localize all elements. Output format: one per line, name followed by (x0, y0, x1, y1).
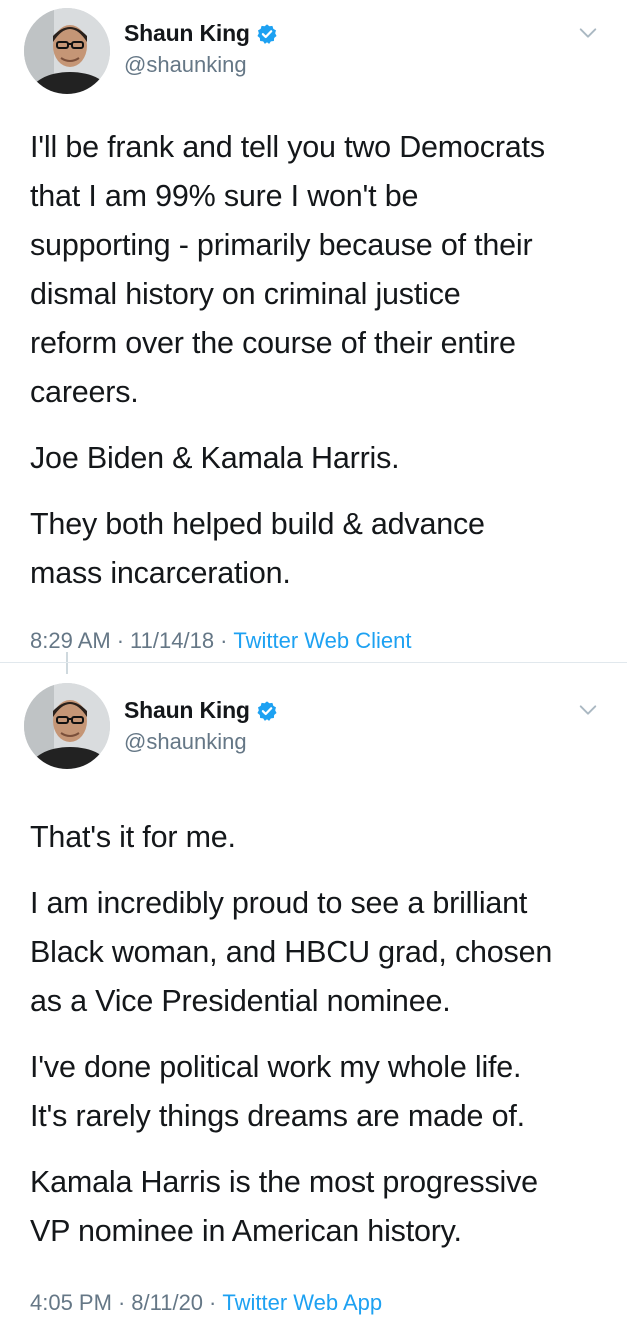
author-name[interactable]: Shaun King (124, 697, 250, 724)
avatar[interactable] (24, 683, 110, 769)
tweet-paragraph: They both helped build & advance mass in… (30, 507, 485, 590)
avatar-photo (24, 683, 110, 769)
tweet-text: That's it for me. I am incredibly proud … (30, 813, 610, 1273)
tweet-time[interactable]: 4:05 PM (30, 1290, 112, 1315)
chevron-down-icon[interactable] (577, 22, 599, 44)
meta-separator: · (220, 628, 228, 653)
tweet-paragraph: I'll be frank and tell you two Democrats… (30, 130, 545, 409)
author-handle[interactable]: @shaunking (124, 52, 247, 78)
tweet-metadata: 4:05 PM · 8/11/20 · Twitter Web App (30, 1290, 382, 1316)
tweet-date[interactable]: 11/14/18 (130, 628, 214, 653)
verified-badge-icon (256, 23, 278, 45)
tweet-paragraph: That's it for me. (30, 820, 236, 854)
tweet-text: I'll be frank and tell you two Democrats… (30, 123, 610, 615)
author-name-row[interactable]: Shaun King (124, 697, 278, 724)
verified-badge-icon (256, 700, 278, 722)
tweet-time[interactable]: 8:29 AM (30, 628, 111, 653)
tweet-source-link[interactable]: Twitter Web App (222, 1290, 382, 1315)
tweet-metadata: 8:29 AM · 11/14/18 · Twitter Web Client (30, 628, 412, 654)
author-handle[interactable]: @shaunking (124, 729, 247, 755)
tweet-1[interactable]: Shaun King @shaunking I'll be frank and … (0, 0, 627, 662)
tweet-date[interactable]: 8/11/20 (131, 1290, 203, 1315)
author-name[interactable]: Shaun King (124, 20, 250, 47)
meta-separator: · (117, 1290, 126, 1315)
tweet-header: Shaun King @shaunking (0, 663, 627, 769)
tweet-paragraph: I've done political work my whole life. … (30, 1050, 525, 1133)
avatar[interactable] (24, 8, 110, 94)
meta-separator: · (116, 628, 125, 653)
chevron-down-icon[interactable] (577, 699, 599, 721)
tweet-paragraph: I am incredibly proud to see a brilliant… (30, 886, 553, 1018)
tweet-paragraph: Kamala Harris is the most progressive VP… (30, 1165, 538, 1248)
meta-separator: · (209, 1290, 217, 1315)
tweet-source-link[interactable]: Twitter Web Client (233, 628, 411, 653)
tweet-header: Shaun King @shaunking (0, 0, 627, 100)
tweet-paragraph: Joe Biden & Kamala Harris. (30, 441, 400, 475)
avatar-photo (24, 8, 110, 94)
tweet-2[interactable]: Shaun King @shaunking That's it for me. … (0, 663, 627, 1344)
author-name-row[interactable]: Shaun King (124, 20, 278, 47)
